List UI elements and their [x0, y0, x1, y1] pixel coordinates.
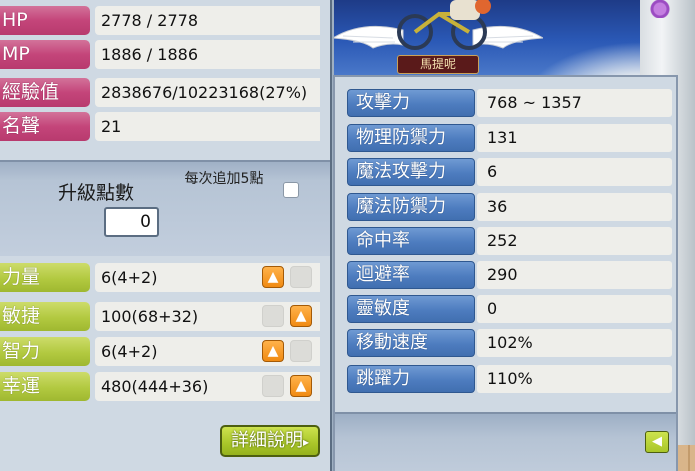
speed-value: 102%: [477, 329, 672, 357]
detail-row: 魔法防禦力 36: [347, 191, 672, 224]
luk-plus-disabled-slot: [262, 375, 284, 397]
fame-value: 21: [95, 112, 320, 141]
avoid-value: 290: [477, 261, 672, 289]
int-plus-button[interactable]: ▲: [262, 340, 284, 362]
ap-title: 升級點數: [58, 182, 135, 204]
mp-row: MP 1886 / 1886: [0, 38, 330, 71]
accuracy-label: 命中率: [347, 227, 475, 255]
detail-row: 命中率 252: [347, 225, 672, 258]
stat-window: HP 2778 / 2778 MP 1886 / 1886 經驗值 283867…: [0, 0, 332, 471]
hp-value: 2778 / 2778: [95, 6, 320, 35]
str-plus-button[interactable]: ▲: [262, 266, 284, 288]
magic-def-label: 魔法防禦力: [347, 193, 475, 221]
dex-label: 敏捷: [0, 302, 90, 331]
auto-assign-checkbox[interactable]: [283, 182, 299, 198]
magic-attack-value: 6: [477, 158, 672, 186]
str-label: 力量: [0, 263, 90, 292]
attack-label: 攻擊力: [347, 89, 475, 117]
magic-def-value: 36: [477, 193, 672, 221]
dex-plus-disabled-slot: [262, 305, 284, 327]
exp-value: 2838676/10223168(27%): [95, 78, 320, 107]
hands-value: 0: [477, 295, 672, 323]
int-label: 智力: [0, 337, 90, 366]
dex-row: 敏捷 100(68+32) ▲: [0, 300, 330, 333]
hp-label: HP: [0, 6, 90, 35]
str-row: 力量 6(4+2) ▲: [0, 261, 330, 294]
detail-stat-window: 攻擊力 768 ~ 1357 物理防禦力 131 魔法攻擊力 6 魔法防禦力 3…: [333, 75, 678, 471]
detail-footer: ◀: [335, 412, 676, 471]
collapse-detail-button[interactable]: ◀: [645, 431, 669, 453]
jump-value: 110%: [477, 365, 672, 393]
chevron-right-icon: ▸: [302, 435, 310, 449]
ap-value-field: 0: [104, 207, 159, 237]
magic-attack-label: 魔法攻擊力: [347, 158, 475, 186]
hands-label: 靈敏度: [347, 295, 475, 323]
arrow-up-icon: ▲: [295, 378, 307, 394]
detail-row: 跳躍力 110%: [347, 363, 672, 396]
exp-label: 經驗值: [0, 78, 90, 107]
hp-row: HP 2778 / 2778: [0, 4, 330, 37]
jump-label: 跳躍力: [347, 365, 475, 393]
exp-row: 經驗值 2838676/10223168(27%): [0, 76, 330, 109]
detail-row: 迴避率 290: [347, 259, 672, 292]
str-plus-disabled-slot: [290, 266, 312, 288]
avoid-label: 迴避率: [347, 261, 475, 289]
flower-decoration: [648, 0, 672, 18]
luk-value: 480(444+36): [95, 372, 320, 401]
mp-value: 1886 / 1886: [95, 40, 320, 69]
attack-value: 768 ~ 1357: [477, 89, 672, 117]
luk-plus-button[interactable]: ▲: [290, 375, 312, 397]
dex-value: 100(68+32): [95, 302, 320, 331]
speed-label: 移動速度: [347, 329, 475, 357]
int-row: 智力 6(4+2) ▲: [0, 335, 330, 368]
int-value: 6(4+2): [95, 337, 320, 366]
str-value: 6(4+2): [95, 263, 320, 292]
int-plus-disabled-slot: [290, 340, 312, 362]
detail-button-label: 詳細說明: [230, 430, 303, 451]
detail-row: 魔法攻擊力 6: [347, 156, 672, 189]
luk-row: 幸運 480(444+36) ▲: [0, 370, 330, 403]
arrow-left-icon: ◀: [652, 434, 662, 449]
mp-label: MP: [0, 40, 90, 69]
auto-assign-label: 每次追加5點: [184, 171, 264, 187]
arrow-up-icon: ▲: [267, 269, 279, 285]
detail-row: 攻擊力 768 ~ 1357: [347, 87, 672, 120]
dex-plus-button[interactable]: ▲: [290, 305, 312, 327]
luk-label: 幸運: [0, 372, 90, 401]
character-bicycle: [397, 0, 491, 50]
detail-button[interactable]: 詳細說明▸: [220, 425, 320, 457]
character-name-tag[interactable]: 馬提呢: [397, 55, 479, 74]
accuracy-value: 252: [477, 227, 672, 255]
arrow-up-icon: ▲: [295, 308, 307, 324]
arrow-up-icon: ▲: [267, 343, 279, 359]
detail-row: 物理防禦力 131: [347, 122, 672, 155]
weapon-def-value: 131: [477, 124, 672, 152]
fame-label: 名聲: [0, 112, 90, 141]
detail-row: 靈敏度 0: [347, 293, 672, 326]
fame-row: 名聲 21: [0, 110, 330, 143]
weapon-def-label: 物理防禦力: [347, 124, 475, 152]
ability-points-box: 升級點數 0 每次追加5點: [0, 160, 330, 256]
detail-row: 移動速度 102%: [347, 327, 672, 360]
